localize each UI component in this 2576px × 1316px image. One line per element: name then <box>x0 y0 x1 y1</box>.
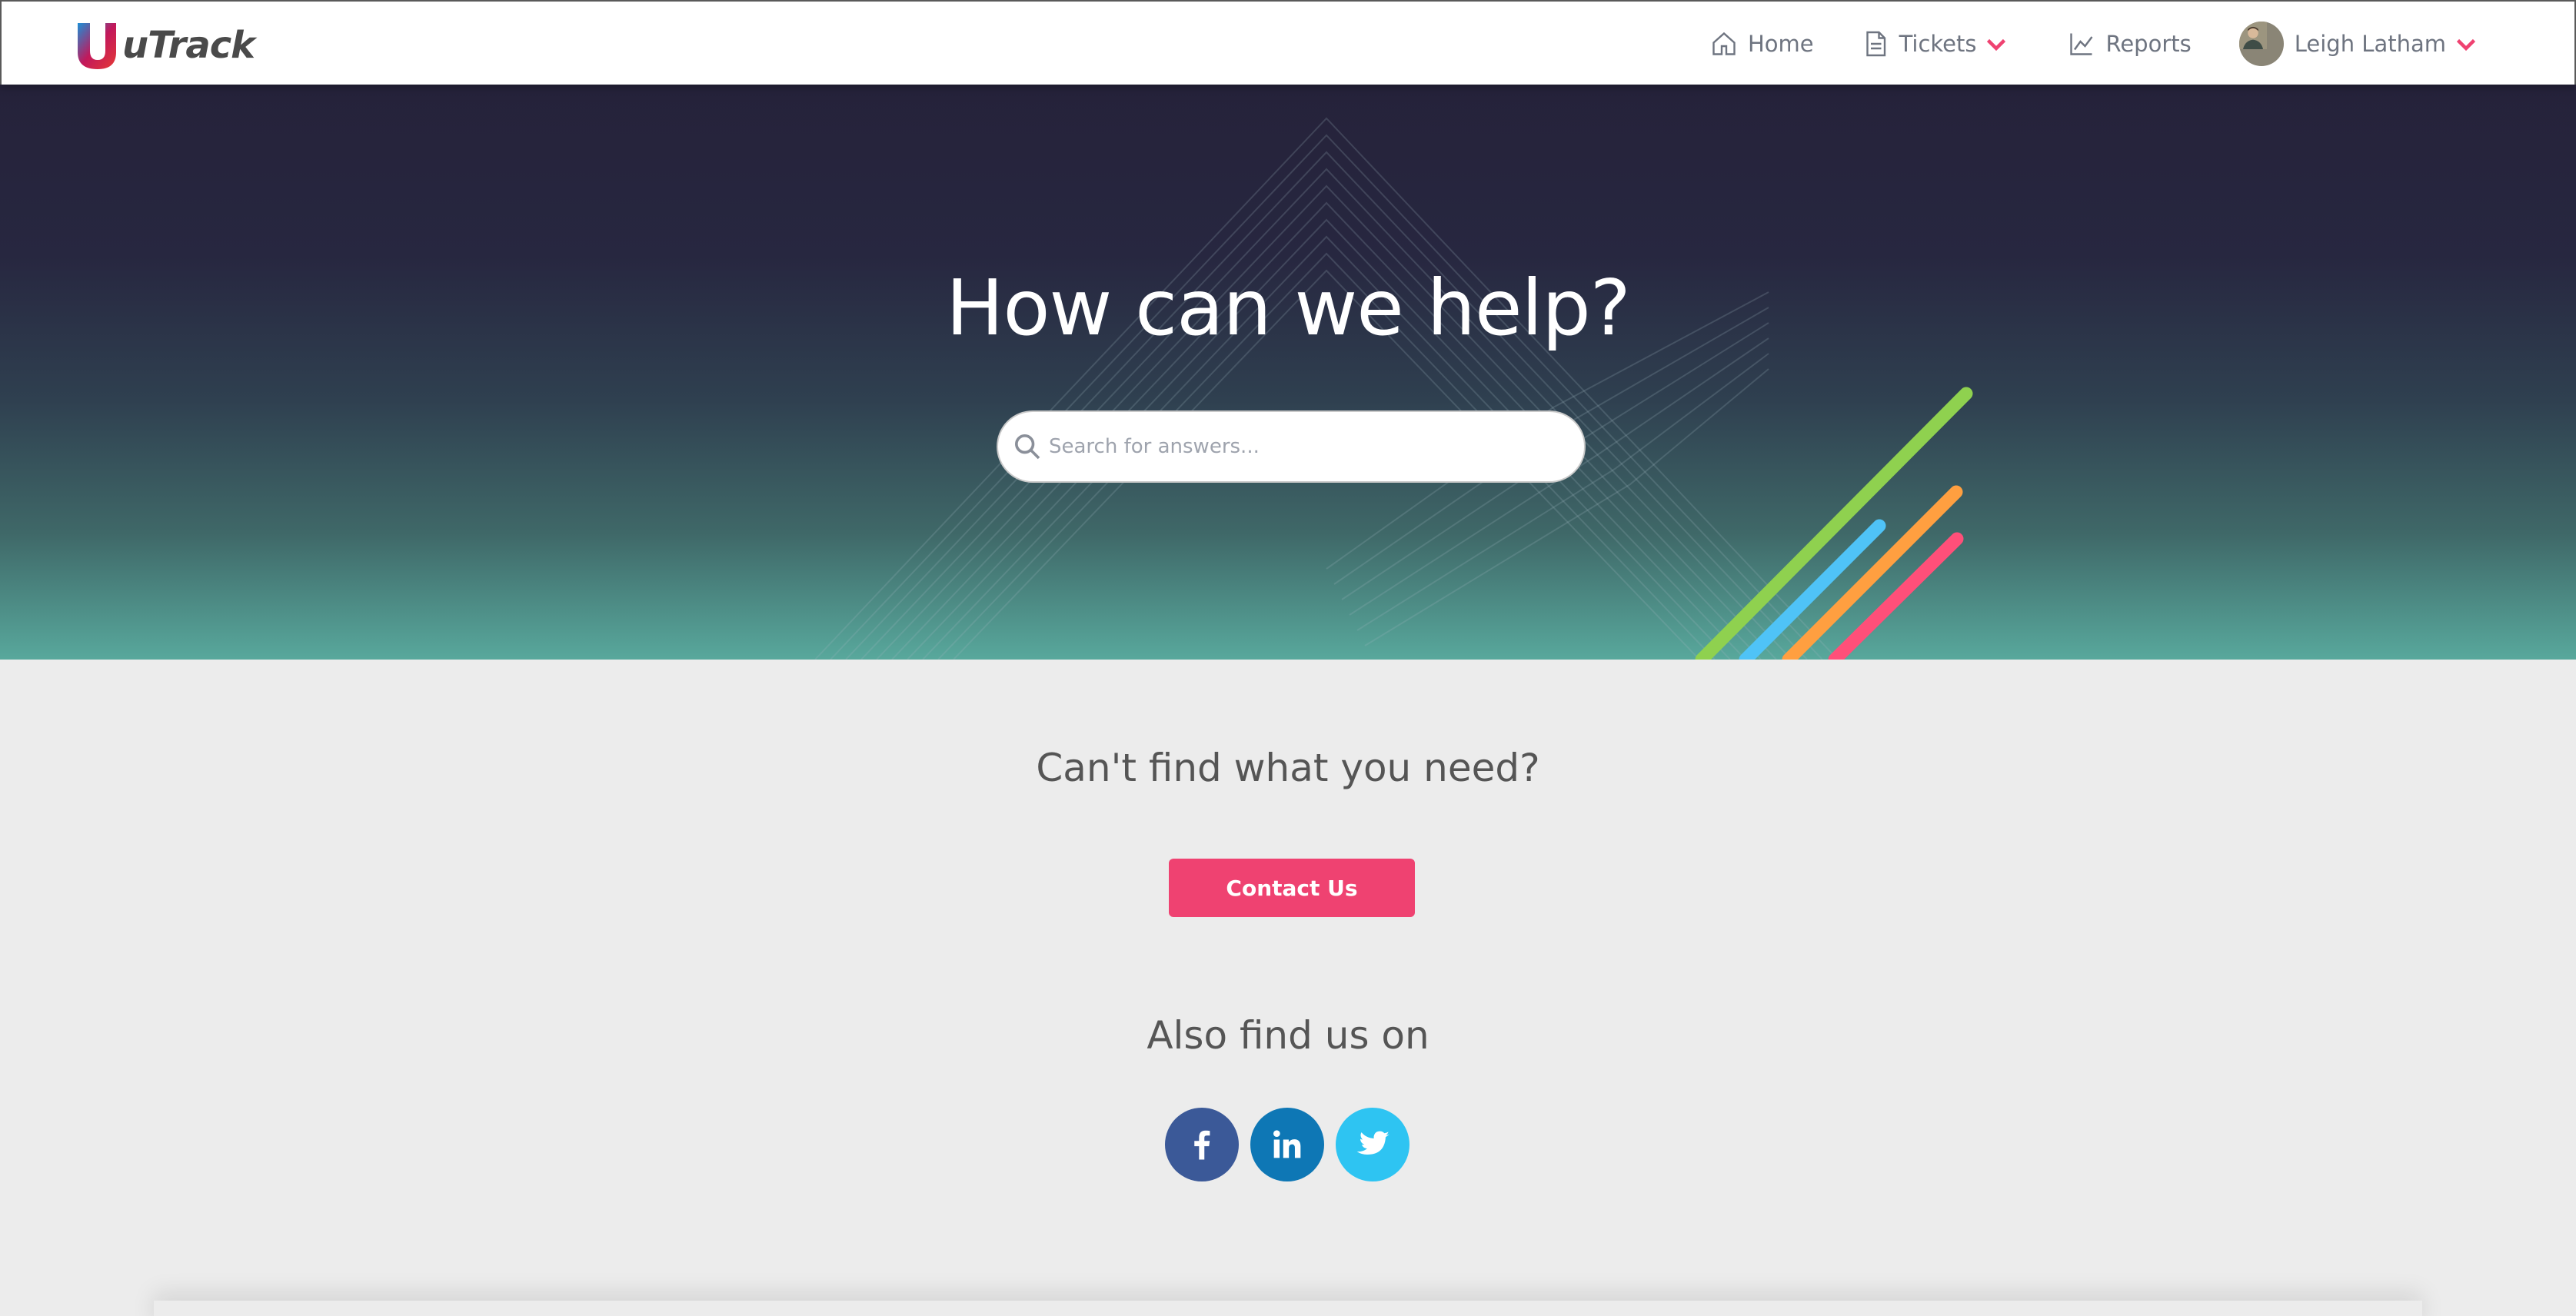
nav-tickets-label: Tickets <box>1899 31 1977 57</box>
facebook-icon <box>1194 1130 1210 1160</box>
nav-reports-label: Reports <box>2105 31 2192 57</box>
nav-home-label: Home <box>1747 31 1814 57</box>
app-name: uTrack <box>122 24 255 67</box>
cant-find-heading: Can't find what you need? <box>1036 746 1540 790</box>
search-bar[interactable] <box>997 410 1586 483</box>
hero-decoration <box>814 117 1973 660</box>
chevron-down-icon <box>2456 38 2476 52</box>
chevron-down-icon <box>1987 38 2006 52</box>
search-input[interactable] <box>1049 435 1572 458</box>
contact-us-button[interactable]: Contact Us <box>1169 859 1415 917</box>
hero-banner: How can we help? <box>0 85 2576 660</box>
user-name: Leigh Latham <box>2294 31 2446 57</box>
search-icon <box>1015 434 1040 460</box>
top-navbar: uTrack Home Tickets Reports Leigh Latham <box>0 0 2576 85</box>
social-heading: Also find us on <box>1147 1013 1429 1058</box>
nav-tickets[interactable]: Tickets <box>1862 30 2021 58</box>
facebook-link[interactable] <box>1165 1108 1239 1181</box>
linkedin-icon <box>1273 1130 1301 1158</box>
home-icon <box>1712 32 1736 55</box>
twitter-link[interactable] <box>1336 1108 1409 1181</box>
content-card-edge <box>154 1301 2422 1316</box>
main-nav: Home Tickets Reports Leigh Latham <box>1662 2 2490 86</box>
user-menu[interactable]: Leigh Latham <box>2238 22 2490 66</box>
hero-title: How can we help? <box>946 263 1631 353</box>
utrack-logo-icon <box>78 23 116 69</box>
user-photo-icon <box>2238 22 2267 49</box>
linkedin-link[interactable] <box>1250 1108 1324 1181</box>
nav-reports[interactable]: Reports <box>2068 30 2192 58</box>
chart-icon <box>2070 33 2093 55</box>
utrack-logo[interactable]: uTrack <box>75 18 255 72</box>
twitter-icon <box>1356 1131 1390 1155</box>
avatar <box>2238 22 2284 66</box>
document-icon <box>1865 31 1885 57</box>
nav-home[interactable]: Home <box>1710 30 1814 58</box>
